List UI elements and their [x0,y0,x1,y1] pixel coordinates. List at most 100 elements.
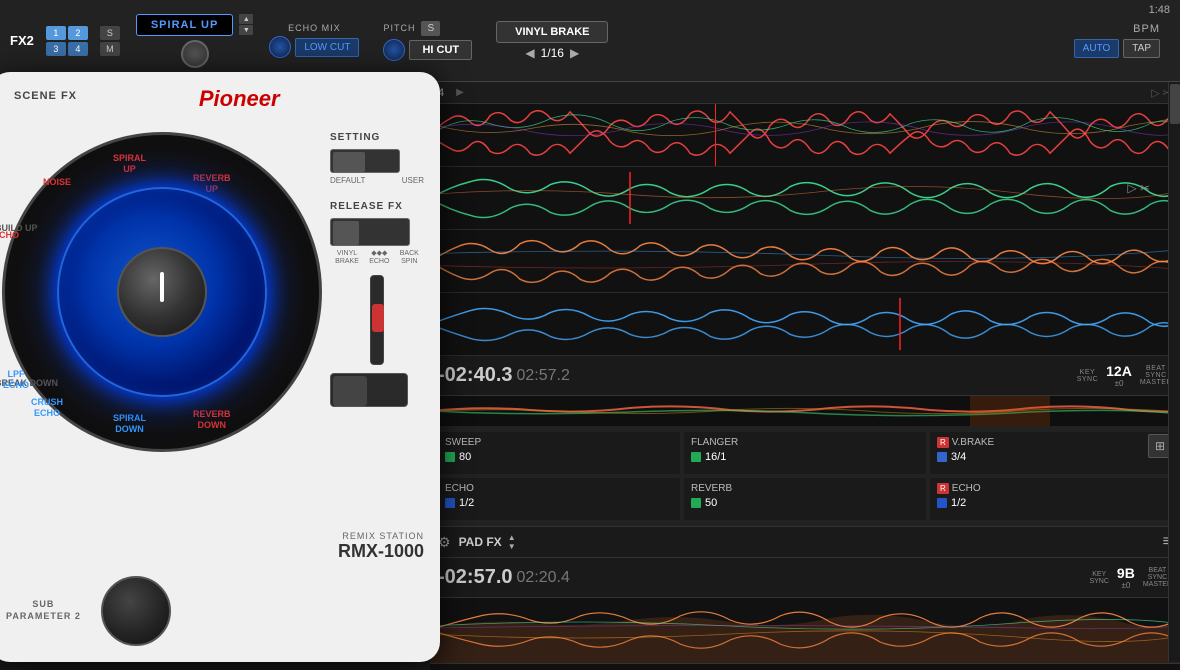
waveform-track-4: 4 [430,293,1180,356]
effect-sweep-label: SWEEP [445,437,673,448]
pad-fx-bar: ⚙ PAD FX ▲ ▼ ≡ [430,526,1180,558]
waveform-svg-1 [430,104,1180,166]
playhead-1 [715,104,716,166]
vertical-scrollbar[interactable] [1168,82,1180,662]
s-btn[interactable]: S [100,26,120,40]
red-fader[interactable] [370,275,384,365]
pad-fx-arrows: ▲ ▼ [508,534,516,551]
inner-blue-ring[interactable] [57,187,267,397]
effects-grid: SWEEP 80 FLANGER 16/1 R V.BRAKE 3/4 [430,426,1180,526]
waveform-area: 4 ▶ ▷ ✂ 1 2 [430,82,1180,670]
pitch-label: PITCH [383,23,415,33]
flanger-color [691,452,701,462]
waveform-track-1: 1 [430,104,1180,167]
spiral-arrows: ▲ ▼ [239,14,253,35]
effect-echo2-label: R ECHO [937,483,1165,494]
spiral-up-button[interactable]: SPIRAL UP [136,14,233,36]
time-positive2: 02:20.4 [517,569,570,587]
key-value2: 9B [1117,565,1135,581]
waveform-svg-2 [430,167,1180,229]
reverb-value: 50 [705,497,717,509]
setting-section: SETTING DEFAULT USER [330,132,424,185]
flanger-value: 16/1 [705,451,726,463]
time-negative2: -02:57.0 [438,566,513,589]
center-knob[interactable] [117,247,207,337]
channel-3-btn[interactable]: 3 [46,42,66,56]
right-controls: SETTING DEFAULT USER RELEASE FX VINYLBRA… [330,132,424,407]
fraction-row: ◀ 1/16 ▶ [525,46,579,60]
release-fx-section: RELEASE FX VINYLBRAKE ◆◆◆ECHO BACKSPIN [330,201,424,407]
time-sync-bar: -02:40.3 02:57.2 KEY SYNC 12A ±0 BEAT SY… [430,356,1180,396]
fader-thumb [372,304,384,332]
pitch-knob[interactable] [383,39,405,61]
reverb-color [691,498,701,508]
big-release-toggle[interactable] [330,373,408,407]
m-btn[interactable]: M [100,42,120,56]
scene-fx-label: SCENE FX [14,90,77,102]
key-sync-block: KEY SYNC [1077,369,1098,383]
sweep-value: 80 [459,451,471,463]
pad-fx-up-arrow[interactable]: ▲ [508,534,516,542]
release-fx-toggle[interactable] [330,218,410,246]
echo-color [445,498,455,508]
hi-cut-button[interactable]: HI CUT [409,40,472,60]
effect-flanger-label: FLANGER [691,437,919,448]
effect-echo2: R ECHO 1/2 [930,478,1172,520]
reverb-up-label: REVERBUP [193,173,231,195]
vbrake-value: 3/4 [951,451,966,463]
crush-echo-label: CRUSHECHO [31,397,63,419]
cut-icons: ▷ ✂ [1127,181,1150,195]
bottom-waveform-svg [430,598,1180,663]
echo2-value: 1/2 [951,497,966,509]
low-cut-button[interactable]: LOW CUT [295,38,359,57]
spiral-up-arrow[interactable]: ▲ [239,14,253,24]
sub-parameter-knob[interactable] [101,576,171,646]
remix-station-block: REMIX STATION RMX-1000 [320,531,424,562]
key-value-block: 12A ±0 [1106,363,1132,388]
effect-reverb-label: REVERB [691,483,919,494]
setting-toggle[interactable] [330,149,400,173]
bottom-waveform [430,598,1180,663]
r-badge-1: R [937,437,949,448]
waveform-svg-3 [430,230,1180,292]
overview-waveform [430,396,1180,426]
sub-param-label: SUBPARAMETER 2 [6,599,81,622]
expand-icon: ▶ [456,87,464,98]
echo-mix-knob[interactable] [269,36,291,58]
effect-vbrake-label: R V.BRAKE [937,437,1165,448]
auto-button[interactable]: AUTO [1074,39,1120,58]
timeline-bar: B C D [430,663,1180,670]
fraction-right-arrow[interactable]: ▶ [570,46,579,60]
spiral-down-arrow[interactable]: ▼ [239,25,253,35]
vinyl-brake-button[interactable]: VINYL BRAKE [496,21,608,43]
time-sync-bar2: -02:57.0 02:20.4 KEY SYNC 9B ±0 BEAT SYN… [430,558,1180,598]
scrollbar-thumb[interactable] [1170,84,1180,124]
channel-2-btn[interactable]: 2 [68,26,88,40]
r-badge-2: R [937,483,949,494]
vinyl-brake-release-label: VINYLBRAKE [335,250,359,267]
effect-vbrake: R V.BRAKE 3/4 [930,432,1172,474]
reverb-down-label: REVERBDOWN [193,409,231,431]
time-negative: -02:40.3 [438,364,513,387]
channel-4-btn[interactable]: 4 [68,42,88,56]
pad-fx-label: PAD FX [459,535,502,549]
pioneer-brand: Pioneer [199,86,280,112]
channel-1-btn[interactable]: 1 [46,26,66,40]
key-value: 12A [1106,363,1132,379]
pitch-s-button[interactable]: S [421,21,440,36]
pad-fx-down-arrow[interactable]: ▼ [508,543,516,551]
tap-button[interactable]: TAP [1123,39,1160,58]
vinyl-brake-section: VINYL BRAKE ◀ 1/16 ▶ [496,21,608,60]
vbrake-color [937,452,947,462]
key-sync-block2: KEY SYNC [1089,571,1108,585]
key-offset: ±0 [1115,379,1124,388]
key-offset2: ±0 [1121,581,1130,590]
main-knob[interactable] [181,40,209,68]
effect-flanger: FLANGER 16/1 [684,432,926,474]
rmx-model: RMX-1000 [320,541,424,562]
fraction-left-arrow[interactable]: ◀ [525,46,534,60]
noise-label: NOISE [43,177,71,187]
outer-ring[interactable]: ECHO NOISE SPIRALUP REVERBUP BUILD UP BR… [2,132,322,452]
sub-param-label-block: SUBPARAMETER 2 [6,599,81,622]
sm-buttons: S M [100,26,120,56]
